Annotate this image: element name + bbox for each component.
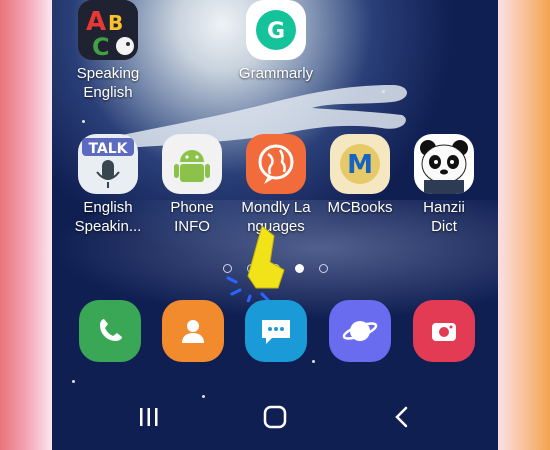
app-mcbooks[interactable]: M MCBooks (318, 134, 402, 217)
messages-app-button[interactable] (245, 300, 307, 362)
app-label: Hanzii Dict (423, 199, 465, 235)
camera-app-button[interactable] (413, 300, 475, 362)
talk-text: TALK (88, 141, 128, 157)
recents-icon (140, 408, 158, 426)
chat-icon (262, 320, 290, 344)
app-hanzii-dict[interactable]: Hanzii Dict (402, 134, 486, 236)
svg-text:B: B (108, 11, 123, 35)
app-english-speaking[interactable]: TALK English Speakin... (66, 134, 150, 236)
contacts-app-button[interactable] (162, 300, 224, 362)
mcbooks-icon: M (330, 134, 390, 194)
app-label: English Speakin... (74, 199, 142, 235)
home-icon (263, 405, 287, 429)
back-button[interactable] (382, 400, 422, 434)
camera-icon (432, 323, 456, 341)
grammarly-icon: G (246, 0, 306, 60)
planet-icon (342, 321, 378, 341)
recents-button[interactable] (129, 400, 169, 434)
mcbooks-letter: M (347, 150, 373, 180)
app-grammarly[interactable]: G Grammarly (234, 0, 318, 83)
talk-microphone-icon: TALK (78, 134, 138, 194)
back-icon (395, 406, 408, 428)
app-phone-info[interactable]: Phone INFO (150, 134, 234, 236)
home-screen: A B C Speaking English G Grammarly TALK (52, 0, 498, 450)
phone-app-button[interactable] (79, 300, 141, 362)
svg-text:C: C (92, 33, 110, 60)
contact-icon (182, 320, 204, 343)
app-label: MCBooks (327, 199, 393, 216)
internet-app-button[interactable] (329, 300, 391, 362)
android-icon (162, 134, 222, 194)
app-label: Grammarly (238, 65, 314, 82)
home-button[interactable] (255, 400, 295, 434)
mondly-globe-icon (246, 134, 306, 194)
panda-icon (414, 134, 474, 194)
phone-icon (100, 319, 122, 341)
tap-pointer-icon (226, 225, 285, 302)
abc-icon: A B C (78, 0, 138, 60)
grammarly-letter: G (267, 19, 285, 44)
page-dot[interactable] (318, 264, 328, 273)
app-label: Speaking English (76, 65, 140, 101)
navigation-bar (52, 400, 498, 434)
app-mondly[interactable]: Mondly La nguages (234, 134, 318, 236)
app-speaking-english[interactable]: A B C Speaking English (66, 0, 150, 102)
